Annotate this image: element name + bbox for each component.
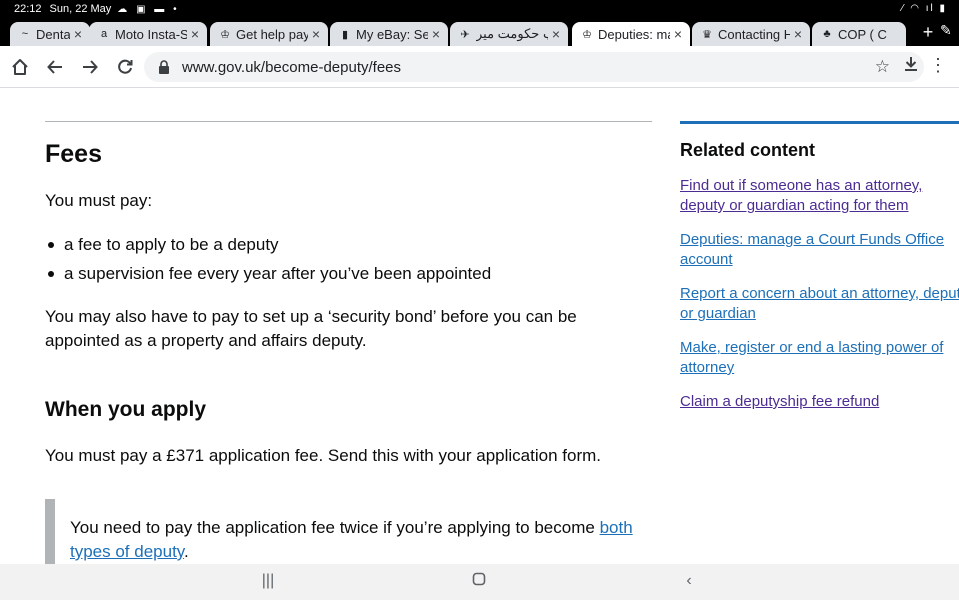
tab-title: آپ حکومت میر: [476, 26, 548, 41]
fees-bullet-list: a fee to apply to be a deputy a supervis…: [45, 232, 491, 290]
recent-apps-icon[interactable]: |||: [256, 572, 280, 590]
inset-text-end: .: [184, 542, 189, 561]
related-link[interactable]: Claim a deputyship fee refund: [680, 393, 879, 410]
url-text[interactable]: www.gov.uk/become-deputy/fees: [182, 59, 401, 76]
browser-tab[interactable]: a Moto Insta-S ×: [89, 22, 207, 46]
tab-title: Dental Ir: [36, 26, 70, 42]
fees-heading: Fees: [45, 140, 102, 168]
related-link[interactable]: Deputies: manage a Court Funds Office ac…: [680, 231, 944, 268]
download-icon[interactable]: [904, 56, 918, 77]
browser-tab[interactable]: ♔ Get help pay ×: [210, 22, 328, 46]
list-item: Report a concern about an attorney, depu…: [680, 284, 959, 324]
tab-title: My eBay: Sel: [356, 26, 428, 42]
list-item: Find out if someone has an attorney, dep…: [680, 176, 959, 216]
browser-tab[interactable]: ~ Dental Ir×: [10, 22, 90, 46]
gov-uk-favicon-icon: ♔: [582, 28, 592, 41]
security-bond-paragraph: You may also have to pay to set up a ‘se…: [45, 307, 577, 350]
lock-icon[interactable]: [156, 60, 172, 74]
list-item: Deputies: manage a Court Funds Office ac…: [680, 230, 959, 270]
cop-favicon-icon: ♣: [823, 28, 831, 40]
close-tab-icon[interactable]: ×: [308, 26, 324, 42]
related-links-list: Find out if someone has an attorney, dep…: [680, 176, 959, 426]
bookmark-star-icon[interactable]: ☆: [875, 57, 890, 77]
forward-icon[interactable]: [78, 55, 102, 79]
amazon-favicon-icon: a: [100, 28, 108, 40]
url-path: /become-deputy/fees: [260, 58, 402, 76]
notification-icons: ☁ ▣ ▬ •: [117, 3, 180, 15]
page-content: Fees You must pay: a fee to apply to be …: [0, 88, 959, 564]
back-icon[interactable]: [43, 55, 67, 79]
ebay-favicon-icon: ▮: [341, 28, 349, 41]
related-link[interactable]: Make, register or end a lasting power of…: [680, 339, 943, 376]
list-item: Make, register or end a lasting power of…: [680, 338, 959, 378]
tab-title: Deputies: ma: [598, 26, 670, 42]
related-content-rule: [680, 121, 959, 124]
must-pay-text: You must pay:: [45, 191, 153, 210]
related-link[interactable]: Report a concern about an attorney, depu…: [680, 285, 959, 322]
browser-tab[interactable]: ♛ Contacting H ×: [692, 22, 810, 46]
urdu-site-favicon-icon: ✈: [460, 28, 470, 41]
close-tab-icon[interactable]: ×: [428, 26, 444, 42]
browser-toolbar: www.gov.uk/become-deputy/fees ☆ ⋮: [0, 46, 959, 88]
tab-title: Get help pay: [236, 26, 308, 42]
pen-icon[interactable]: ✎: [940, 22, 952, 39]
inset-text-start: You need to pay the application fee twic…: [70, 518, 600, 537]
address-bar[interactable]: www.gov.uk/become-deputy/fees ☆: [144, 52, 924, 82]
browser-tab[interactable]: ▮ My eBay: Sel ×: [330, 22, 448, 46]
list-item: Claim a deputyship fee refund: [680, 392, 959, 412]
system-status-bar: 22:12 Sun, 22 May ☁ ▣ ▬ • ⁄ ◠ ıl ▮: [0, 0, 959, 18]
status-time: 22:12: [14, 3, 42, 15]
related-content-heading: Related content: [680, 140, 816, 160]
tab-title: Contacting H: [718, 26, 790, 42]
application-fee-paragraph: You must pay a £371 application fee. Sen…: [45, 446, 601, 465]
more-menu-icon[interactable]: ⋮: [926, 55, 950, 76]
browser-tab[interactable]: ✈ آپ حکومت میر×: [450, 22, 568, 46]
reload-icon[interactable]: [113, 55, 137, 79]
gov-uk-favicon-icon: ♔: [220, 28, 230, 41]
tab-title: Moto Insta-S: [115, 26, 187, 42]
tab-strip: ~Dental Ir×aMoto Insta-S×♔Get help pay×▮…: [0, 18, 959, 46]
when-you-apply-heading: When you apply: [45, 398, 207, 421]
home-icon[interactable]: [8, 55, 32, 79]
close-tab-icon[interactable]: ×: [70, 26, 86, 42]
purple-crest-favicon-icon: ♛: [702, 28, 712, 41]
close-tab-icon[interactable]: ×: [670, 26, 686, 42]
status-date: Sun, 22 May: [49, 3, 112, 15]
tab-title: COP ( C: [838, 26, 887, 42]
back-nav-icon[interactable]: ‹: [677, 572, 701, 590]
browser-tab[interactable]: ♣ COP ( C: [812, 22, 906, 46]
signal-battery-icons: ⁄ ◠ ıl ▮: [901, 3, 947, 14]
inset-paragraph: You need to pay the application fee twic…: [70, 516, 660, 564]
list-item: a supervision fee every year after you’v…: [45, 261, 491, 290]
url-host: www.gov.uk: [182, 58, 261, 76]
system-navigation-bar: ||| ‹: [0, 564, 959, 600]
tab-active[interactable]: ♔ Deputies: ma ×: [572, 22, 690, 46]
close-tab-icon[interactable]: ×: [187, 26, 203, 42]
list-item: a fee to apply to be a deputy: [45, 232, 491, 261]
close-tab-icon[interactable]: ×: [548, 26, 564, 42]
related-link[interactable]: Find out if someone has an attorney, dep…: [680, 177, 922, 214]
inset-text: You need to pay the application fee twic…: [45, 499, 655, 564]
section-divider: [45, 121, 652, 122]
new-tab-icon[interactable]: +: [918, 22, 938, 43]
home-nav-icon[interactable]: [467, 572, 491, 591]
close-tab-icon[interactable]: ×: [790, 26, 806, 42]
dental-favicon-icon: ~: [21, 28, 29, 40]
